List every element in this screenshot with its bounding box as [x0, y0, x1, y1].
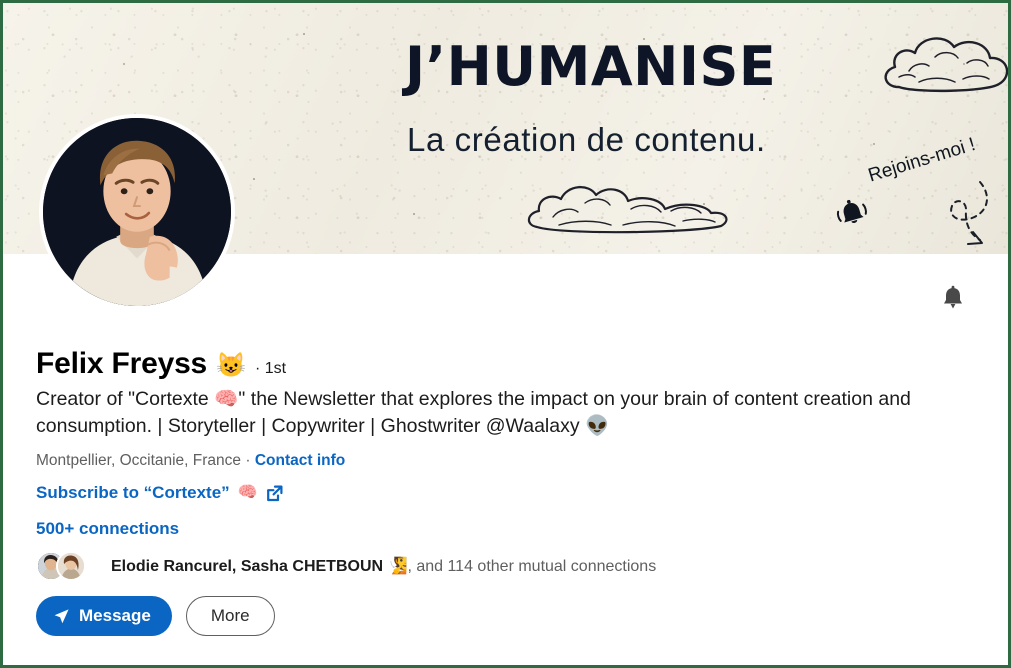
- notification-bell-button[interactable]: [936, 281, 970, 315]
- cat-emoji-icon: 😺: [216, 352, 246, 379]
- mutual-connections-text: Elodie Rancurel, Sasha CHETBOUN 🧏, and 1…: [111, 556, 656, 576]
- mutual-suffix: , and 114 other mutual connections: [407, 558, 657, 575]
- mutual-names: Elodie Rancurel, Sasha CHETBOUN 🧏: [111, 558, 408, 575]
- mutual-connections-row[interactable]: Elodie Rancurel, Sasha CHETBOUN 🧏, and 1…: [36, 551, 656, 581]
- page-title: Felix Freyss: [36, 347, 208, 380]
- curved-dashed-arrow-icon: [950, 181, 988, 245]
- profile-details-card: Felix Freyss 😺 · 1st Creator of "Cortext…: [3, 254, 1008, 665]
- message-button-label: Message: [79, 606, 151, 625]
- external-link-icon: [266, 485, 283, 501]
- avatar[interactable]: [39, 114, 235, 310]
- send-plane-icon: [54, 608, 69, 623]
- bell-icon: [944, 285, 962, 309]
- connections-count-link[interactable]: 500+ connections: [36, 519, 179, 539]
- subscribe-newsletter-link[interactable]: Subscribe to “Cortexte” 🧠: [36, 483, 283, 503]
- brain-emoji-icon: 🧠: [237, 484, 258, 501]
- name-row: Felix Freyss 😺 · 1st: [36, 347, 286, 381]
- cloud-sketch-icon: [527, 186, 728, 234]
- message-button[interactable]: Message: [36, 596, 172, 636]
- linkedin-profile-screenshot: J’HUMANISE La création de contenu. Rejoi…: [0, 0, 1011, 668]
- profile-actions: Message More: [36, 596, 275, 636]
- more-button[interactable]: More: [185, 596, 275, 636]
- connection-degree-badge: · 1st: [254, 360, 287, 377]
- location-row: Montpellier, Occitanie, France · Contact…: [36, 452, 345, 470]
- mutual-avatar-group: [36, 551, 100, 581]
- banner-title: J’HUMANISE: [405, 35, 777, 98]
- profile-headline: Creator of "Cortexte 🧠" the Newsletter t…: [36, 388, 911, 437]
- bell-icon: [836, 199, 867, 224]
- contact-info-link[interactable]: Contact info: [255, 452, 345, 469]
- cloud-sketch-icon: [884, 37, 1008, 93]
- mutual-avatar-2: [56, 551, 86, 581]
- location-text: Montpellier, Occitanie, France ·: [36, 452, 255, 469]
- subscribe-label: Subscribe to “Cortexte”: [36, 483, 230, 502]
- banner-subtitle: La création de contenu.: [407, 121, 766, 158]
